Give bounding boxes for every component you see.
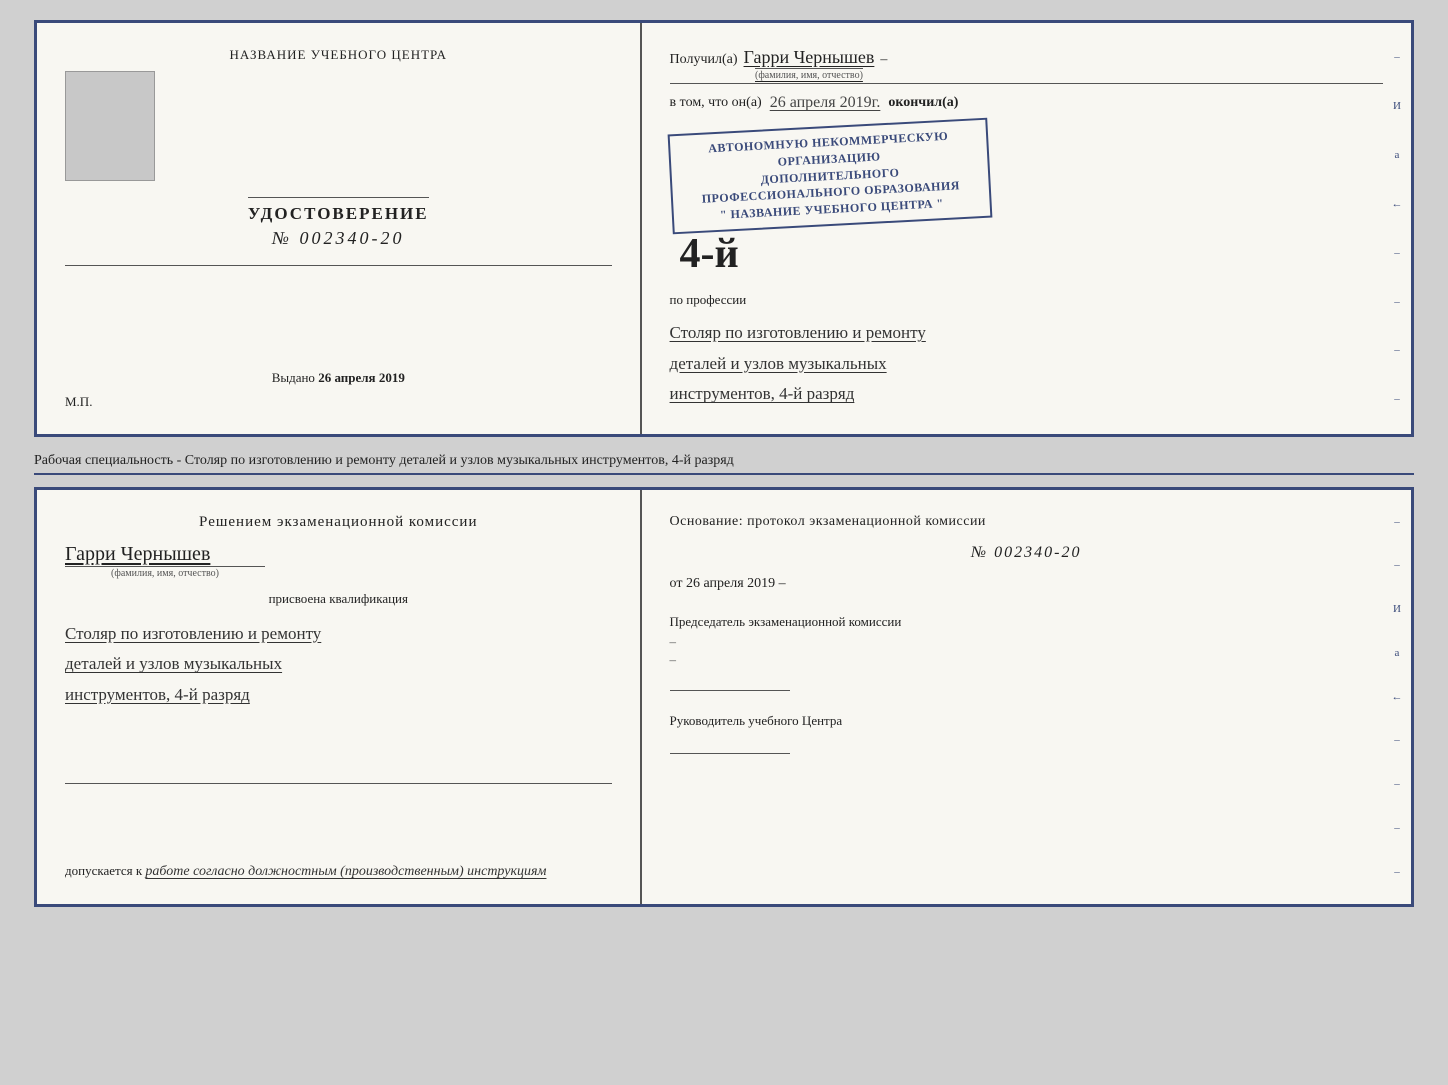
received-label: Получил(а) — [670, 52, 738, 68]
bottom-profession-text: Столяр по изготовлению и ремонту деталей… — [65, 619, 612, 711]
date-prefix: от — [670, 576, 683, 591]
separator-text: Рабочая специальность - Столяр по изгото… — [34, 453, 734, 468]
issued-row: Выдано 26 апреля 2019 — [272, 370, 405, 386]
bottom-recipient-name: Гарри Чернышев — [65, 543, 210, 566]
cert-title-block: УДОСТОВЕРЕНИЕ № 002340-20 — [248, 191, 429, 249]
director-sign-line — [670, 753, 790, 754]
date-line: в том, что он(а) 26 апреля 2019г. окончи… — [670, 94, 1383, 112]
director-block: Руководитель учебного Центра — [670, 713, 1383, 758]
mp-label: М.П. — [65, 394, 92, 410]
chairman-label: Председатель экзаменационной комиссии — [670, 614, 1383, 630]
bottom-profession-line2: деталей и узлов музыкальных — [65, 649, 612, 680]
issued-label: Выдано — [272, 370, 315, 385]
profession-line3: инструментов, 4-й разряд — [670, 379, 1383, 410]
date-value: 26 апреля 2019г. — [770, 94, 881, 112]
top-document: НАЗВАНИЕ УЧЕБНОГО ЦЕНТРА УДОСТОВЕРЕНИЕ №… — [34, 20, 1414, 437]
name-sublabel: (фамилия, имя, отчество) — [755, 68, 863, 81]
school-title: НАЗВАНИЕ УЧЕБНОГО ЦЕНТРА — [230, 47, 447, 63]
finished-label: окончил(а) — [888, 95, 958, 111]
rank-badge: 4-й — [680, 230, 739, 278]
profession-text: Столяр по изготовлению и ремонту деталей… — [670, 318, 1383, 410]
basis-label: Основание: протокол экзаменационной коми… — [670, 514, 1383, 530]
allow-prefix: допускается к — [65, 863, 142, 878]
separator-label: Рабочая специальность - Столяр по изгото… — [34, 449, 1414, 475]
bottom-right-panel: Основание: протокол экзаменационной коми… — [642, 490, 1411, 904]
allow-handwritten: работе согласно должностным (производств… — [145, 864, 546, 879]
bottom-recipient-block: Гарри Чернышев (фамилия, имя, отчество) — [65, 543, 612, 579]
profession-label: по профессии — [670, 292, 1383, 308]
in-that-label: в том, что он(а) — [670, 95, 762, 111]
bottom-profession-line3: инструментов, 4-й разряд — [65, 680, 612, 711]
recipient-name: Гарри Чернышев (фамилия, имя, отчество) — [744, 47, 875, 81]
protocol-date: от 26 апреля 2019 – — [670, 576, 1383, 592]
recipient-line: Получил(а) Гарри Чернышев (фамилия, имя,… — [670, 47, 1383, 84]
profession-line2: деталей и узлов музыкальных — [670, 349, 1383, 380]
top-right-panel: Получил(а) Гарри Чернышев (фамилия, имя,… — [642, 23, 1411, 434]
bottom-left-panel: Решением экзаменационной комиссии Гарри … — [37, 490, 642, 904]
protocol-number: № 002340-20 — [670, 544, 1383, 562]
stamp-box: АВТОНОМНУЮ НЕКОММЕРЧЕСКУЮ ОРГАНИЗАЦИЮ ДО… — [667, 118, 992, 235]
qualification-label: присвоена квалификация — [65, 591, 612, 607]
photo-placeholder — [65, 71, 155, 181]
cert-number: № 002340-20 — [248, 228, 429, 249]
cert-title: УДОСТОВЕРЕНИЕ — [248, 204, 429, 224]
chairman-block: Председатель экзаменационной комиссии – … — [670, 614, 1383, 691]
top-left-panel: НАЗВАНИЕ УЧЕБНОГО ЦЕНТРА УДОСТОВЕРЕНИЕ №… — [37, 23, 642, 434]
issued-date: 26 апреля 2019 — [318, 370, 405, 385]
bottom-document: Решением экзаменационной комиссии Гарри … — [34, 487, 1414, 907]
director-label: Руководитель учебного Центра — [670, 713, 1383, 729]
decision-title: Решением экзаменационной комиссии — [65, 514, 612, 531]
chairman-sign-line — [670, 690, 790, 691]
profession-line1: Столяр по изготовлению и ремонту — [670, 318, 1383, 349]
bottom-name-sublabel: (фамилия, имя, отчество) — [65, 566, 265, 579]
allow-text: допускается к работе согласно должностны… — [65, 863, 612, 880]
bottom-date-value: 26 апреля 2019 — [686, 576, 775, 591]
bottom-profession-line1: Столяр по изготовлению и ремонту — [65, 619, 612, 650]
